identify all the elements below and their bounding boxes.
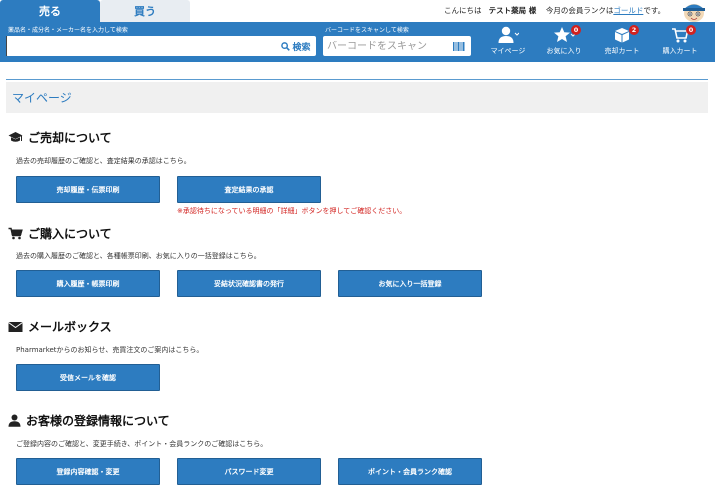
envelope-icon (8, 321, 23, 332)
barcode-icon (453, 41, 465, 51)
settlement-certificate-button[interactable]: 妥結状況確認書の発行 (177, 270, 321, 297)
password-change-button[interactable]: パスワード変更 (177, 458, 321, 485)
user-icon (8, 414, 21, 427)
barcode-box (323, 36, 471, 56)
check-inbox-button[interactable]: 受信メールを確認 (16, 364, 160, 391)
search-input[interactable] (6, 36, 276, 56)
nav-buy-cart-label: 購入カート (662, 47, 698, 55)
sell-cart-count-badge: 2 (629, 25, 639, 35)
section-sell-title-text: ご売却について (28, 131, 112, 145)
section-buy-title-text: ご購入について (28, 227, 112, 241)
page-title: マイページ (6, 82, 708, 113)
section-account-title: お客様の登録情報について (8, 412, 170, 429)
tab-buy[interactable]: 買う (100, 0, 190, 22)
greeting-user: テスト薬局 様 (488, 6, 537, 15)
header-bar: 薬品名・成分名・メーカー名を入力して検索 検索 バーコードをスキャンして検索 バ… (0, 22, 715, 62)
section-mail-title: メールボックス (8, 318, 112, 335)
search-icon (281, 41, 291, 51)
greeting-prefix: こんにちは (444, 6, 482, 15)
section-sell-title: ご売却について (8, 129, 112, 146)
graduation-cap-icon (8, 132, 23, 142)
barcode-input[interactable] (323, 40, 447, 52)
purchase-history-button[interactable]: 購入履歴・帳票印刷 (16, 270, 160, 297)
barcode-scan-button[interactable] (447, 41, 471, 51)
section-mail-desc: Pharmarketからのお知らせ、売買注文のご案内はこちら。 (16, 346, 204, 354)
rank-suffix: です。 (643, 6, 666, 15)
buy-cart-count-badge: 0 (686, 25, 696, 35)
section-sell-desc: 過去の売却履歴のご確認と、査定結果の承認はこちら。 (16, 157, 191, 165)
search-box: 検索 (6, 36, 316, 56)
nav-mypage-label: マイページ (490, 47, 526, 55)
registration-info-button[interactable]: 登録内容確認・変更 (16, 458, 160, 485)
section-buy-desc: 過去の購入履歴のご確認と、各種帳票印刷、お気に入りの一括登録はこちら。 (16, 252, 261, 260)
points-rank-button[interactable]: ポイント・会員ランク確認 (338, 458, 482, 485)
nav-sell-cart-label: 売却カート (604, 47, 640, 55)
section-buy-title: ご購入について (8, 225, 112, 242)
greeting: こんにちは テスト薬局 様 今月の会員ランクはゴールドです。 (444, 5, 665, 16)
nav-mypage[interactable]: マイページ (480, 26, 536, 60)
sell-history-button[interactable]: 売却履歴・伝票印刷 (16, 176, 160, 203)
cart-icon (8, 227, 23, 240)
favorites-bulk-register-button[interactable]: お気に入り一括登録 (338, 270, 482, 297)
search-button-label: 検索 (292, 42, 311, 53)
title-divider (6, 79, 708, 80)
rank-prefix: 今月の会員ランクは (545, 6, 614, 15)
section-account-desc: ご登録内容のご確認と、変更手続き、ポイント・会員ランクのご確認はこちら。 (16, 440, 268, 448)
top-strip: 売る 買う こんにちは テスト薬局 様 今月の会員ランクはゴールドです。 (0, 0, 715, 22)
mascot-icon (677, 0, 711, 24)
section-mail-title-text: メールボックス (28, 320, 112, 334)
nav-sell-cart[interactable]: 2 売却カート (594, 25, 650, 60)
nav-favorites[interactable]: 0 お気に入り (536, 25, 592, 60)
favorites-count-badge: 0 (571, 25, 581, 35)
nav-favorites-label: お気に入り (546, 47, 582, 55)
tab-sell[interactable]: 売る (0, 0, 100, 22)
search-button[interactable]: 検索 (276, 36, 316, 56)
approval-note: ※承認待ちになっている明細の「詳細」ボタンを押してご確認ください。 (177, 207, 407, 215)
section-account-title-text: お客様の登録情報について (26, 414, 170, 428)
nav-buy-cart[interactable]: 0 購入カート (652, 25, 708, 60)
assessment-approval-button[interactable]: 査定結果の承認 (177, 176, 321, 203)
barcode-label: バーコードをスキャンして検索 (325, 27, 409, 34)
search-label: 薬品名・成分名・メーカー名を入力して検索 (8, 27, 128, 34)
rank-link[interactable]: ゴールド (613, 6, 643, 15)
user-icon (498, 26, 519, 43)
